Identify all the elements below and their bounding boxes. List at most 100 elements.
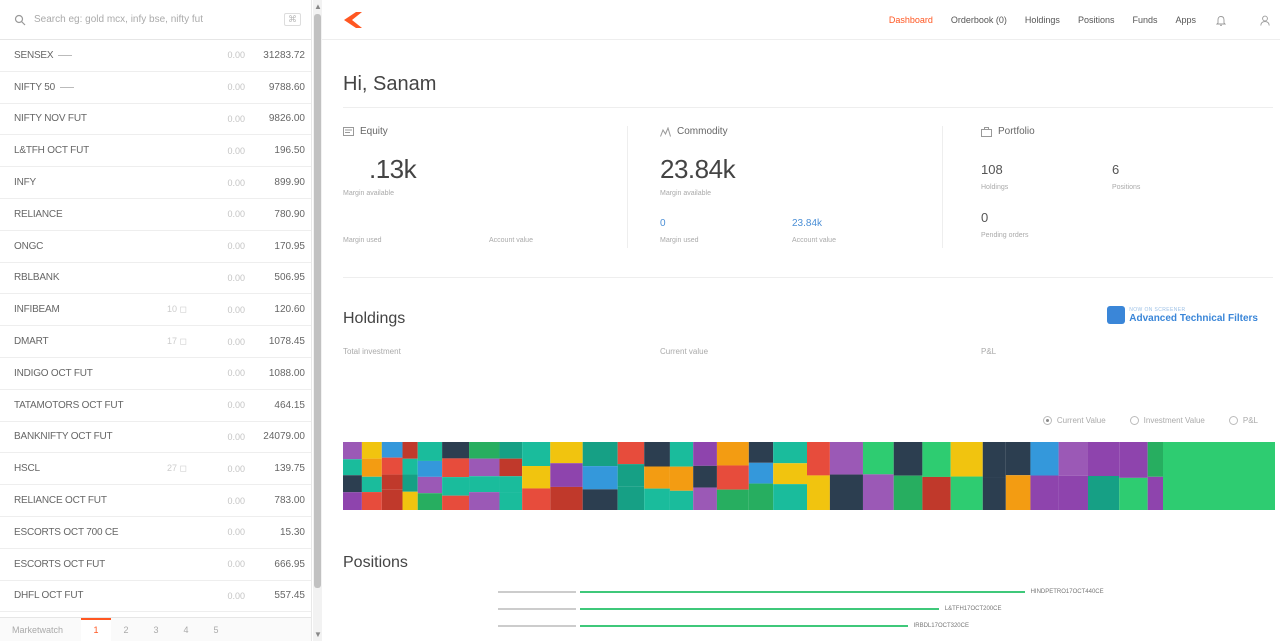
treemap-tile[interactable] [716,489,749,510]
watchlist-item[interactable]: DHFL OCT FUT 0.00 557.45 [0,581,311,613]
treemap-tile[interactable] [693,465,717,488]
treemap-tile[interactable] [1058,442,1088,476]
holdings-treemap[interactable] [343,442,1275,510]
treemap-tile[interactable] [716,465,749,490]
treemap-tile[interactable] [343,475,362,493]
watchlist-item[interactable]: NIFTY NOV FUT 0.00 9826.00 [0,104,311,136]
treemap-tile[interactable] [522,466,551,489]
treemap-tile[interactable] [982,442,1006,478]
treemap-tile[interactable] [417,493,443,510]
treemap-tile[interactable] [469,476,500,493]
treemap-tile[interactable] [550,486,583,510]
radio-option[interactable]: Investment Value [1129,416,1205,425]
treemap-tile[interactable] [669,466,694,491]
search-input[interactable] [34,14,284,25]
watchlist-item[interactable]: INFY 0.00 899.90 [0,167,311,199]
treemap-tile[interactable] [1087,442,1120,476]
treemap-tile[interactable] [1147,476,1163,510]
watchlist-item[interactable]: NIFTY 50 0.00 9788.60 [0,72,311,104]
treemap-tile[interactable] [806,475,830,510]
watchlist-item[interactable]: SENSEX 0.00 31283.72 [0,40,311,72]
marketwatch-tab-5[interactable]: 5 [201,625,231,635]
nav-link-apps[interactable]: Apps [1175,15,1196,25]
treemap-tile[interactable] [442,458,470,478]
treemap-tile[interactable] [829,442,863,475]
treemap-tile[interactable] [950,442,983,477]
marketwatch-tab-1[interactable]: 1 [81,618,112,641]
scrollbar-thumb[interactable] [314,14,321,588]
treemap-tile[interactable] [417,442,443,461]
treemap-tile[interactable] [469,442,500,459]
treemap-tile[interactable] [1005,475,1031,510]
treemap-tile[interactable] [381,474,403,490]
treemap-tile[interactable] [343,492,362,510]
marketwatch-tab-2[interactable]: 2 [111,625,141,635]
watchlist-item[interactable]: INDIGO OCT FUT 0.00 1088.00 [0,358,311,390]
treemap-tile[interactable] [693,487,717,510]
treemap-tile[interactable] [669,442,694,467]
treemap-tile[interactable] [773,484,807,510]
treemap-tile[interactable] [893,442,923,476]
treemap-tile[interactable] [617,442,645,465]
treemap-tile[interactable] [402,474,418,492]
nav-link-holdings[interactable]: Holdings [1025,15,1060,25]
treemap-tile[interactable] [343,459,362,476]
watchlist-item[interactable]: DMART 17 ◻ 0.00 1078.45 [0,326,311,358]
treemap-tile[interactable] [381,442,403,458]
treemap-tile[interactable] [644,488,670,510]
treemap-tile[interactable] [644,466,670,489]
treemap-tile[interactable] [417,476,443,494]
position-bar[interactable]: L&TFH17OCT200CE [498,603,1001,614]
treemap-tile[interactable] [550,463,583,487]
treemap-tile[interactable] [1030,442,1059,476]
treemap-tile[interactable] [922,442,951,477]
treemap-tile[interactable] [893,475,923,510]
radio-circle[interactable] [1042,416,1052,425]
treemap-tile[interactable] [499,476,523,493]
watchlist-item[interactable]: ESCORTS OCT FUT 0.00 666.95 [0,549,311,581]
treemap-tile[interactable] [1119,477,1148,510]
treemap-tile[interactable] [361,476,382,493]
treemap-tile[interactable] [1147,442,1163,477]
treemap-tile[interactable] [442,477,470,496]
radio-option[interactable]: Current Value [1042,416,1106,425]
watchlist-item[interactable]: L&TFH OCT FUT 0.00 196.50 [0,135,311,168]
treemap-tile[interactable] [693,442,717,466]
treemap-tile[interactable] [442,495,470,510]
treemap-tile[interactable] [829,474,863,510]
scroll-down-icon[interactable]: ▼ [314,630,322,639]
marketwatch-tab-4[interactable]: 4 [171,625,201,635]
kite-logo-icon[interactable] [344,12,362,28]
watchlist-item[interactable]: BANKNIFTY OCT FUT 0.00 24079.00 [0,422,311,454]
treemap-tile[interactable] [669,490,694,510]
treemap-tile[interactable] [950,476,983,510]
watchlist-item[interactable]: HSCL 27 ◻ 0.00 139.75 [0,453,311,486]
treemap-tile[interactable] [361,442,382,459]
treemap-tile[interactable] [922,476,951,510]
treemap-tile[interactable] [499,458,523,477]
treemap-tile[interactable] [862,474,894,510]
treemap-tile[interactable] [617,464,645,487]
treemap-tile[interactable] [522,488,551,510]
radio-circle[interactable] [1228,416,1238,425]
treemap-tile[interactable] [417,460,443,477]
nav-link-funds[interactable]: Funds [1132,15,1157,25]
radio-option[interactable]: P&L [1228,416,1258,425]
radio-circle[interactable] [1129,416,1139,425]
treemap-tile[interactable] [1163,442,1275,510]
treemap-tile[interactable] [402,491,418,510]
marketwatch-tab-3[interactable]: 3 [141,625,171,635]
treemap-tile[interactable] [550,442,583,464]
treemap-tile[interactable] [522,442,551,467]
treemap-tile[interactable] [982,477,1006,510]
nav-link-dashboard[interactable]: Dashboard [889,15,933,25]
treemap-tile[interactable] [499,492,523,510]
treemap-tile[interactable] [582,489,618,510]
treemap-tile[interactable] [748,462,774,484]
treemap-tile[interactable] [1119,442,1148,478]
treemap-tile[interactable] [361,492,382,510]
treemap-tile[interactable] [1005,442,1031,476]
treemap-tile[interactable] [361,458,382,477]
bell-icon[interactable] [1216,15,1226,26]
treemap-tile[interactable] [469,458,500,477]
